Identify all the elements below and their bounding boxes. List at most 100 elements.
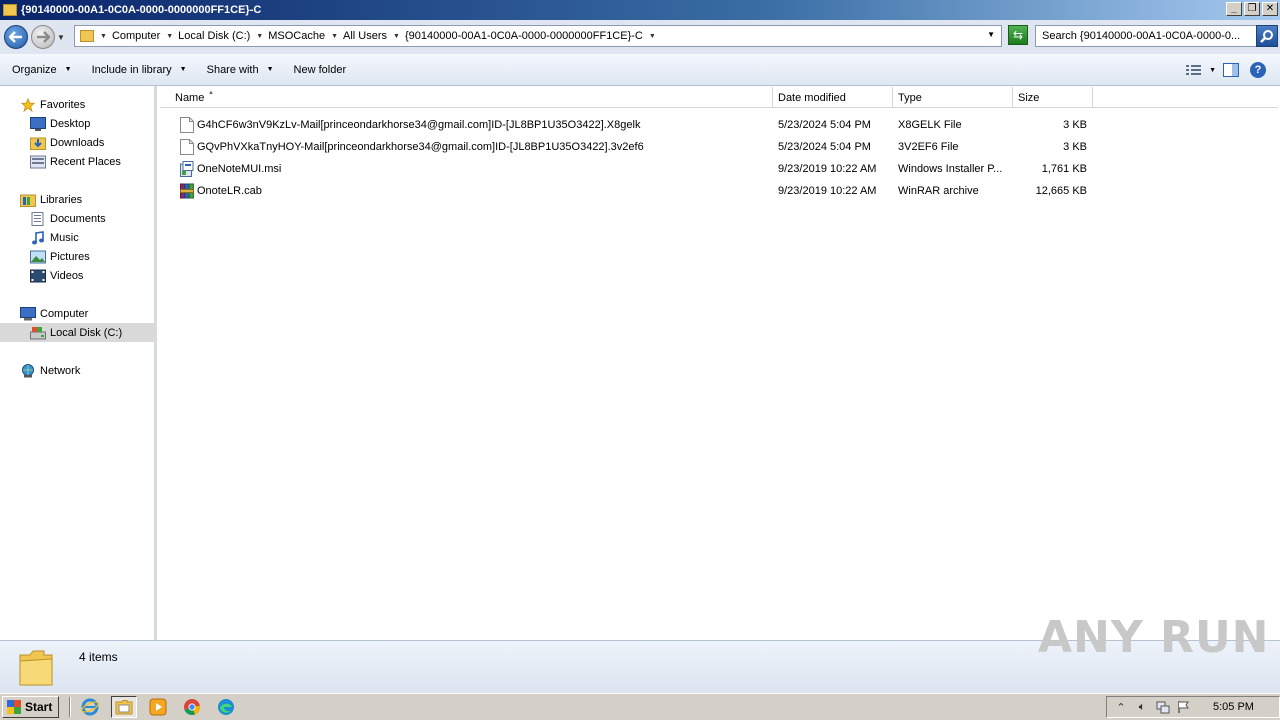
share-with-button[interactable]: Share with ▼ <box>207 64 274 76</box>
window-title: {90140000-00A1-0C0A-0000-0000000FF1CE}-C <box>21 4 262 16</box>
computer-icon <box>20 306 36 320</box>
chevron-down-icon[interactable]: ▼ <box>331 33 338 40</box>
blank-file-icon <box>180 117 194 133</box>
refresh-button[interactable]: ⇆ <box>1008 25 1028 45</box>
internet-explorer-icon <box>81 698 100 716</box>
file-name-cell: G4hCF6w3nV9KzLv-Mail[princeondarkhorse34… <box>180 115 770 135</box>
forward-button[interactable] <box>31 25 55 49</box>
chevron-down-icon: ▼ <box>179 66 187 73</box>
column-size[interactable]: Size <box>1013 87 1093 108</box>
sidebar-item-pictures[interactable]: Pictures <box>0 247 157 266</box>
network-status-icon[interactable] <box>1156 700 1170 714</box>
breadcrumb-all-users[interactable]: ▼ All Users <box>331 30 387 42</box>
help-icon: ? <box>1254 64 1262 76</box>
chevron-down-icon[interactable]: ▼ <box>166 33 173 40</box>
videos-icon <box>30 269 46 282</box>
anyrun-watermark-logo: ANY RUN <box>1038 612 1270 663</box>
preview-pane-button[interactable] <box>1222 62 1240 78</box>
system-tray: ⌃ 🔈︎ 5:05 PM <box>1106 696 1280 718</box>
internet-explorer-button[interactable] <box>77 696 103 718</box>
taskbar: Start ⌃ 🔈︎ 5:05 PM <box>0 693 1280 720</box>
organize-button[interactable]: Organize ▼ <box>12 64 72 76</box>
windows-logo-icon <box>7 700 21 714</box>
sidebar-item-recent-places[interactable]: Recent Places <box>0 152 157 171</box>
network-status-glyph <box>1156 701 1170 714</box>
folder-icon <box>3 4 17 16</box>
explorer-taskbar-button[interactable] <box>111 696 138 718</box>
column-type[interactable]: Type <box>893 87 1013 108</box>
change-view-button[interactable] <box>1185 62 1203 78</box>
search-icon <box>1260 30 1273 43</box>
chevron-down-icon[interactable]: ▼ <box>256 33 263 40</box>
type-cell: 3V2EF6 File <box>898 141 959 153</box>
sidebar-item-documents[interactable]: Documents <box>0 209 157 228</box>
sidebar-item-computer[interactable]: Computer <box>0 304 157 323</box>
chevron-down-icon[interactable]: ▼ <box>649 33 656 40</box>
media-player-button[interactable] <box>145 696 171 718</box>
view-controls: ▼ ? <box>1179 54 1280 86</box>
breadcrumb-msocache[interactable]: ▼ MSOCache <box>256 30 325 42</box>
file-list: Name ▲ Date modified Type Size G4hCF6w3n… <box>160 86 1280 640</box>
view-options-dropdown[interactable]: ▼ <box>1209 67 1216 74</box>
close-button[interactable]: ✕ <box>1262 2 1278 16</box>
column-name[interactable]: Name ▲ <box>160 87 773 108</box>
folder-icon <box>19 650 53 686</box>
clock[interactable]: 5:05 PM <box>1213 701 1254 713</box>
sidebar-item-network[interactable]: Network <box>0 361 157 380</box>
restore-button[interactable]: ❐ <box>1244 2 1260 16</box>
type-cell: X8GELK File <box>898 119 962 131</box>
address-history-dropdown[interactable]: ▼ <box>987 30 995 39</box>
breadcrumb-computer[interactable]: ▼ Computer <box>100 30 160 42</box>
sidebar-item-downloads[interactable]: Downloads <box>0 133 157 152</box>
recent-pages-dropdown[interactable]: ▼ <box>57 33 65 42</box>
search-button[interactable] <box>1256 25 1278 47</box>
sidebar-item-videos[interactable]: Videos <box>0 266 157 285</box>
chrome-button[interactable] <box>179 696 205 718</box>
size-cell: 3 KB <box>1063 119 1087 131</box>
network-icon <box>22 363 34 377</box>
new-folder-button[interactable]: New folder <box>294 64 347 76</box>
sidebar-item-local-disk[interactable]: Local Disk (C:) <box>0 323 157 342</box>
sidebar-item-favorites[interactable]: Favorites <box>0 95 157 114</box>
breadcrumb-local-disk[interactable]: ▼ Local Disk (C:) <box>166 30 250 42</box>
sidebar-item-desktop[interactable]: Desktop <box>0 114 157 133</box>
type-cell: WinRAR archive <box>898 185 979 197</box>
local-disk-icon <box>30 326 46 339</box>
chevron-down-icon: ▼ <box>64 66 72 73</box>
date-cell: 5/23/2024 5:04 PM <box>778 119 871 131</box>
show-hidden-icons-button[interactable]: ⌃ <box>1114 700 1128 714</box>
search-input[interactable]: Search {90140000-00A1-0C0A-0000-0... <box>1035 25 1278 47</box>
music-note-icon <box>32 230 44 244</box>
include-in-library-button[interactable]: Include in library ▼ <box>92 64 187 76</box>
address-bar[interactable]: ▼ Computer ▼ Local Disk (C:) ▼ MSOCache ▼ Al… <box>74 25 1002 47</box>
edge-icon <box>218 699 235 715</box>
action-center-flag-icon[interactable] <box>1177 700 1191 714</box>
navigation-pane: Favorites Desktop Downloads Recent Place… <box>0 86 157 640</box>
chevron-down-icon[interactable]: ▼ <box>100 33 107 40</box>
help-button[interactable]: ? <box>1250 62 1266 78</box>
file-name-cell: OnoteLR.cab <box>180 181 770 201</box>
volume-icon[interactable]: 🔈︎ <box>1135 700 1149 714</box>
sidebar-item-libraries[interactable]: Libraries <box>0 190 157 209</box>
start-button[interactable]: Start <box>2 696 60 718</box>
preview-pane-icon <box>1223 63 1239 77</box>
item-count: 4 items <box>79 650 118 664</box>
title-bar: {90140000-00A1-0C0A-0000-0000000FF1CE}-C… <box>0 0 1280 20</box>
date-cell: 9/23/2019 10:22 AM <box>778 163 877 175</box>
column-date-modified[interactable]: Date modified <box>773 87 893 108</box>
chevron-down-icon: ▼ <box>266 66 274 73</box>
back-button[interactable] <box>4 25 28 49</box>
edge-button[interactable] <box>213 696 239 718</box>
minimize-button[interactable]: _ <box>1226 2 1242 16</box>
folder-icon <box>80 30 94 42</box>
recent-places-icon <box>30 155 46 168</box>
search-placeholder: Search {90140000-00A1-0C0A-0000-0... <box>1042 30 1241 42</box>
chevron-down-icon[interactable]: ▼ <box>393 33 400 40</box>
type-cell: Windows Installer P... <box>898 163 1003 175</box>
breadcrumb-current-folder[interactable]: ▼ {90140000-00A1-0C0A-0000-0000000FF1CE}-… <box>393 30 656 42</box>
flag-glyph <box>1178 701 1189 713</box>
view-list-icon <box>1186 65 1202 75</box>
sidebar-item-music[interactable]: Music <box>0 228 157 247</box>
documents-icon <box>31 211 44 226</box>
size-cell: 1,761 KB <box>1041 163 1087 175</box>
